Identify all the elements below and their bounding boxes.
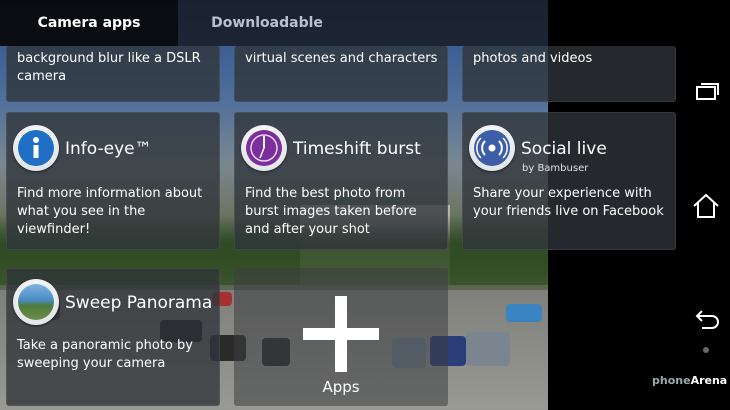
tab-bar-extension: [548, 0, 682, 46]
back-icon[interactable]: [690, 303, 722, 335]
app-tile-social-live[interactable]: Social live by Bambuser Share your exper…: [462, 112, 676, 250]
watermark: phoneArena: [652, 374, 727, 387]
app-tile-partial[interactable]: background blur like a DSLR camera: [6, 46, 220, 102]
viewfinder-car: [466, 332, 510, 366]
panorama-icon: [13, 279, 59, 325]
broadcast-icon: [469, 125, 515, 171]
app-description: Share your experience with your friends …: [473, 186, 664, 219]
recent-apps-icon[interactable]: [690, 76, 722, 108]
app-description: background blur like a DSLR camera: [17, 51, 201, 84]
broadcast-icon-badge: [474, 130, 510, 166]
tab-camera-apps[interactable]: Camera apps: [0, 0, 178, 46]
clock-icon-badge: [246, 130, 282, 166]
clock-icon: [241, 125, 287, 171]
add-apps-label: Apps: [322, 378, 360, 396]
panorama-icon-badge: [18, 284, 54, 320]
info-icon: [13, 125, 59, 171]
app-tile-sweep-panorama[interactable]: Sweep Panorama Take a panoramic photo by…: [6, 268, 220, 406]
menu-dot-icon: [703, 347, 709, 353]
app-description: Find more information about what you see…: [17, 186, 203, 237]
tab-downloadable[interactable]: Downloadable: [178, 0, 356, 46]
app-description: photos and videos: [473, 51, 593, 66]
app-title: Sweep Panorama: [65, 293, 213, 313]
add-apps-button[interactable]: Apps: [234, 268, 448, 406]
app-subtitle: by Bambuser: [522, 163, 589, 174]
clock-glyph: [250, 134, 278, 162]
app-description: Find the best photo from burst images ta…: [245, 186, 417, 237]
navigation-bar: [682, 0, 730, 410]
home-icon[interactable]: [690, 190, 722, 222]
info-glyph: [33, 137, 39, 158]
app-tile-partial[interactable]: virtual scenes and characters: [234, 46, 448, 102]
app-tile-partial[interactable]: photos and videos: [462, 46, 676, 102]
app-title: Social live: [521, 139, 607, 159]
app-description: virtual scenes and characters: [245, 51, 438, 66]
plus-icon: [303, 296, 379, 372]
watermark-part-2: Arena: [690, 374, 728, 387]
info-icon-badge: [18, 130, 54, 166]
app-description: Take a panoramic photo by sweeping your …: [17, 338, 193, 371]
broadcast-glyph: [476, 137, 508, 159]
watermark-part-1: phone: [652, 374, 691, 387]
app-tile-info-eye[interactable]: Info-eye™ Find more information about wh…: [6, 112, 220, 250]
app-tile-timeshift-burst[interactable]: Timeshift burst Find the best photo from…: [234, 112, 448, 250]
app-title: Info-eye™: [65, 139, 152, 159]
viewfinder-car: [506, 304, 542, 322]
app-title: Timeshift burst: [293, 139, 421, 159]
